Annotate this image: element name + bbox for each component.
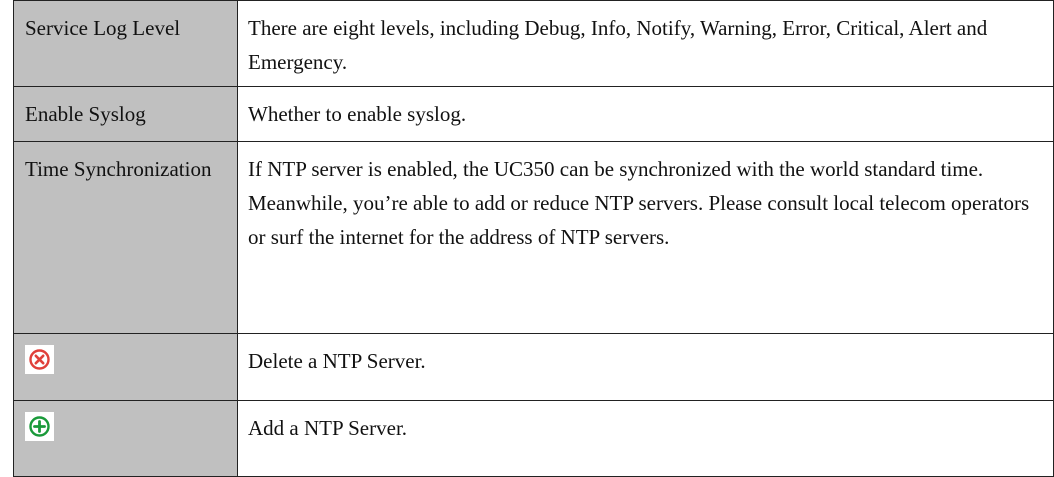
parameter-name: Enable Syslog: [13, 86, 238, 142]
table-row: Add a NTP Server.: [13, 400, 1054, 477]
table-row: Time Synchronization If NTP server is en…: [13, 141, 1054, 334]
table-row: Delete a NTP Server.: [13, 333, 1054, 401]
parameter-name: Time Synchronization: [13, 141, 238, 334]
parameter-description: Whether to enable syslog.: [237, 86, 1054, 142]
delete-icon: [25, 345, 54, 374]
parameter-description: Delete a NTP Server.: [237, 333, 1054, 401]
table-row: Enable Syslog Whether to enable syslog.: [13, 86, 1054, 142]
icon-cell: [13, 400, 238, 477]
parameter-table: Service Log Level There are eight levels…: [13, 0, 1054, 477]
parameter-description: If NTP server is enabled, the UC350 can …: [237, 141, 1054, 334]
parameter-name: Service Log Level: [13, 0, 238, 87]
parameter-description: Add a NTP Server.: [237, 400, 1054, 477]
parameter-description: There are eight levels, including Debug,…: [237, 0, 1054, 87]
icon-cell: [13, 333, 238, 401]
add-icon: [25, 412, 54, 441]
table-row: Service Log Level There are eight levels…: [13, 0, 1054, 87]
